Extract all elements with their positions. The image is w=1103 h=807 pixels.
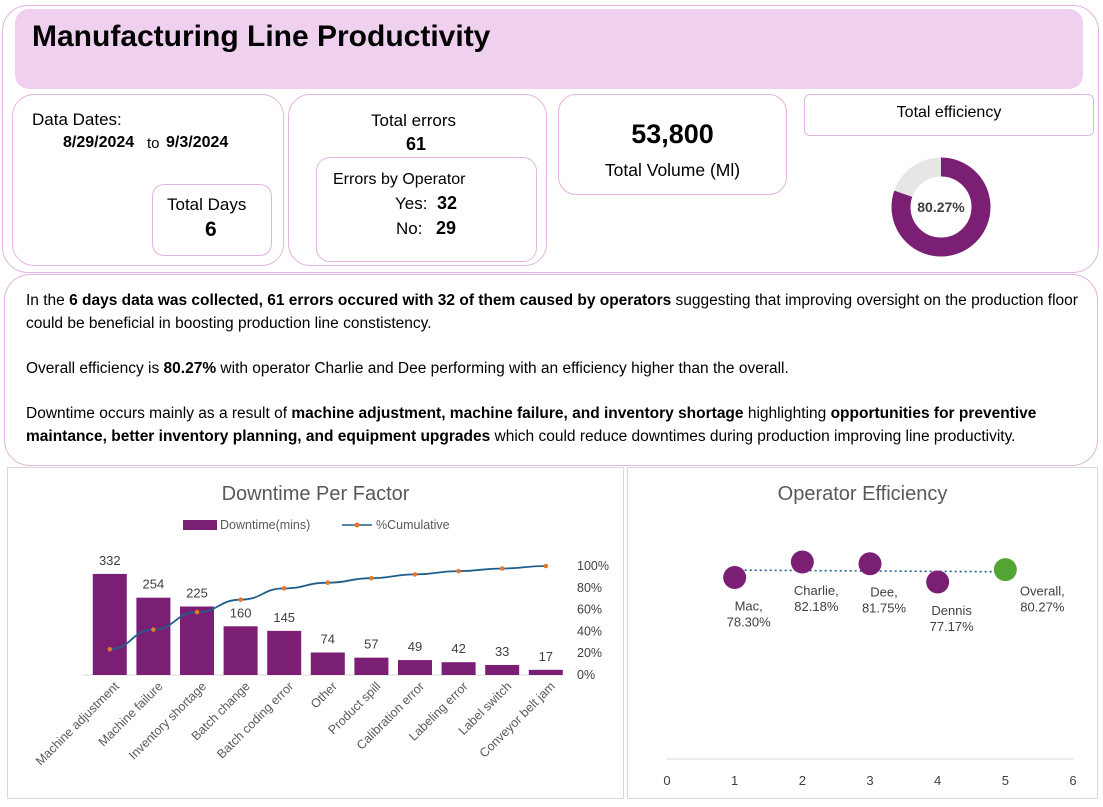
cumulative-marker bbox=[456, 568, 461, 574]
bar bbox=[310, 652, 345, 675]
donut-value: 80.27% bbox=[917, 199, 965, 215]
total-errors-label: Total errors bbox=[371, 111, 457, 130]
bar-data-label: 145 bbox=[273, 610, 295, 625]
legend-line-label: %Cumulative bbox=[376, 518, 450, 532]
errors-yes-value: 32 bbox=[437, 193, 458, 213]
cumulative-marker bbox=[499, 566, 505, 571]
legend-line-marker bbox=[354, 522, 360, 528]
point-label-name: Dee, bbox=[870, 585, 897, 600]
cumulative-marker bbox=[151, 627, 156, 632]
cumulative-marker bbox=[281, 586, 287, 591]
bar-data-label: 160 bbox=[230, 605, 252, 620]
cumulative-marker bbox=[369, 575, 374, 581]
errors-no-value: 29 bbox=[436, 218, 457, 238]
x-tick-label: 5 bbox=[1002, 773, 1009, 788]
bar bbox=[441, 662, 476, 675]
point-label-value: 81.75% bbox=[862, 601, 907, 616]
legend-bar-swatch bbox=[183, 520, 217, 530]
errors-by-operator-label: Errors by Operator bbox=[333, 171, 466, 188]
efficiency-donut: 80.27% bbox=[891, 157, 991, 257]
bar bbox=[180, 606, 214, 675]
operator-point bbox=[790, 550, 814, 574]
bar bbox=[398, 660, 432, 675]
x-tick-label: Machine adjustment bbox=[33, 679, 122, 768]
bar bbox=[92, 573, 127, 675]
errors-no-label: No: bbox=[396, 219, 423, 238]
bar-data-label: 254 bbox=[143, 577, 165, 592]
x-tick-label: 3 bbox=[866, 773, 873, 788]
total-errors-value: 61 bbox=[406, 134, 427, 154]
point-label-value: 82.18% bbox=[794, 599, 839, 614]
cumulative-marker bbox=[238, 597, 243, 602]
legend-bar-label: Downtime(mins) bbox=[220, 518, 310, 532]
dates-to: to bbox=[147, 135, 160, 152]
bar bbox=[267, 630, 302, 675]
point-label-value: 80.27% bbox=[1020, 600, 1065, 615]
x-tick-label: 6 bbox=[1069, 773, 1076, 788]
bar-data-label: 332 bbox=[99, 553, 121, 568]
x-tick-label: 2 bbox=[799, 773, 806, 788]
end-date: 9/3/2024 bbox=[166, 134, 229, 151]
start-date: 8/29/2024 bbox=[63, 134, 135, 151]
insights-text: In the 6 days data was collected, 61 err… bbox=[26, 289, 1086, 470]
y-right-tick-label: 80% bbox=[577, 581, 602, 595]
bar-data-label: 17 bbox=[539, 649, 553, 664]
bar-data-label: 42 bbox=[451, 641, 465, 656]
x-tick-label: 1 bbox=[731, 773, 738, 788]
page-title: Manufacturing Line Productivity bbox=[32, 20, 491, 53]
total-days-value: 6 bbox=[205, 218, 217, 241]
total-days-label: Total Days bbox=[167, 195, 247, 214]
x-tick-label: Inventory shortage bbox=[126, 679, 209, 762]
bar-data-label: 74 bbox=[321, 631, 335, 646]
y-right-tick-label: 60% bbox=[577, 603, 602, 617]
bar bbox=[485, 664, 520, 675]
point-label-name: Dennis bbox=[931, 603, 972, 618]
operator-point bbox=[858, 552, 882, 576]
bar bbox=[136, 597, 171, 675]
operator-point bbox=[993, 558, 1017, 582]
operator-chart: 0 1 2 3 4 5 6 Mac,78.30% Charlie,82.18% Dee,81.75… bbox=[663, 550, 1077, 788]
point-label-name: Mac, bbox=[735, 598, 763, 613]
y-right-tick-label: 20% bbox=[577, 646, 602, 660]
insight-paragraph-3: Downtime occurs mainly as a result of ma… bbox=[26, 405, 1037, 445]
point-label-name: Charlie, bbox=[794, 583, 839, 598]
dates-label: Data Dates: bbox=[32, 110, 122, 129]
x-tick-label: Other bbox=[308, 679, 340, 711]
errors-yes-label: Yes: bbox=[395, 194, 428, 213]
cumulative-marker bbox=[412, 572, 418, 577]
x-tick-label: Conveyor belt jam bbox=[477, 679, 558, 760]
volume-value: 53,800 bbox=[631, 119, 714, 149]
y-right-tick-label: 0% bbox=[577, 668, 595, 682]
point-label-value: 77.17% bbox=[930, 619, 975, 634]
y-right-tick-label: 40% bbox=[577, 624, 602, 638]
point-label-name: Overall, bbox=[1020, 584, 1065, 599]
volume-label: Total Volume (Ml) bbox=[604, 160, 741, 180]
cumulative-marker bbox=[543, 563, 549, 569]
bar-data-label: 225 bbox=[186, 586, 208, 601]
downtime-chart: Downtime(mins) %Cumulative 332 Machine ad… bbox=[33, 518, 609, 768]
bar bbox=[354, 657, 389, 675]
operator-point bbox=[926, 570, 950, 594]
y-right-tick-label: 100% bbox=[577, 559, 609, 573]
x-tick-label: 4 bbox=[934, 773, 941, 788]
bar bbox=[528, 669, 563, 675]
x-tick-label: 0 bbox=[663, 773, 670, 788]
point-label-value: 78.30% bbox=[727, 614, 772, 629]
bar-data-label: 49 bbox=[408, 639, 422, 654]
bar-data-label: 33 bbox=[495, 644, 509, 659]
operator-point bbox=[723, 565, 747, 589]
cumulative-marker bbox=[325, 580, 331, 585]
efficiency-label: Total efficiency bbox=[896, 104, 1002, 121]
cumulative-marker bbox=[194, 609, 200, 615]
insight-paragraph-1: In the 6 days data was collected, 61 err… bbox=[26, 292, 1078, 332]
bar-data-label: 57 bbox=[364, 637, 378, 652]
insight-paragraph-2: Overall efficiency is 80.27% with operat… bbox=[26, 360, 789, 377]
bar bbox=[223, 626, 258, 675]
x-tick-label: Batch coding error bbox=[214, 679, 296, 761]
cumulative-marker bbox=[107, 646, 113, 652]
